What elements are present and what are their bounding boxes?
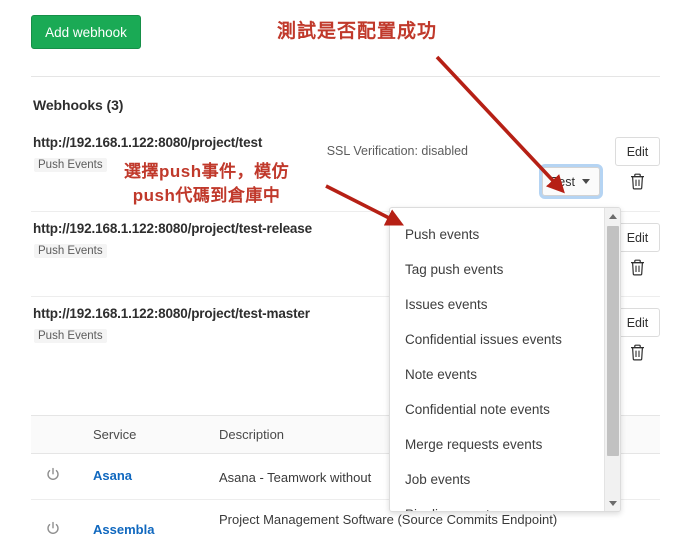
annotation-test-note: 測試是否配置成功 (277, 21, 438, 42)
test-webhook-dropdown-button[interactable]: Test (539, 164, 603, 199)
dropdown-item-note-events[interactable]: Note events (390, 357, 602, 392)
add-webhook-button[interactable]: Add webhook (31, 15, 141, 49)
edit-webhook-button[interactable]: Edit (615, 223, 660, 252)
test-label: Test (552, 174, 575, 189)
dropdown-item-push-events[interactable]: Push events (390, 217, 602, 252)
trash-icon (630, 173, 644, 190)
edit-label: Edit (626, 144, 649, 159)
service-description: Project Management Software (Source Comm… (219, 512, 558, 527)
chevron-down-icon (581, 179, 590, 184)
column-header-service: Service (93, 427, 137, 442)
chevron-up-icon (609, 213, 617, 219)
webhook-events-badge: Push Events (34, 244, 107, 258)
edit-label: Edit (626, 230, 649, 245)
scroll-down-button[interactable] (605, 495, 620, 511)
webhook-url: http://192.168.1.122:8080/project/test-m… (33, 306, 310, 321)
webhook-events-badge: Push Events (34, 158, 107, 172)
edit-webhook-button[interactable]: Edit (615, 308, 660, 337)
service-link[interactable]: Assembla (93, 522, 154, 537)
chevron-down-icon (609, 500, 617, 506)
section-divider (31, 76, 660, 77)
scrollbar-thumb[interactable] (607, 226, 619, 456)
trash-icon (630, 344, 644, 361)
annotation-push-note: 選擇push事件，模仿 push代碼到倉庫中 (124, 160, 289, 208)
column-header-description: Description (219, 427, 285, 442)
add-webhook-label: Add webhook (45, 24, 127, 40)
webhook-url: http://192.168.1.122:8080/project/test (33, 135, 263, 150)
delete-webhook-button[interactable] (623, 253, 651, 281)
delete-webhook-button[interactable] (623, 167, 651, 195)
dropdown-scrollbar[interactable] (604, 208, 620, 511)
delete-webhook-button[interactable] (623, 338, 651, 366)
power-icon[interactable] (45, 521, 61, 537)
test-events-dropdown-menu: Push events Tag push events Issues event… (389, 207, 621, 512)
dropdown-item-merge-requests-events[interactable]: Merge requests events (390, 427, 602, 462)
dropdown-item-list: Push events Tag push events Issues event… (390, 208, 602, 511)
dropdown-item-issues-events[interactable]: Issues events (390, 287, 602, 322)
edit-webhook-button[interactable]: Edit (615, 137, 660, 166)
dropdown-item-confidential-issues-events[interactable]: Confidential issues events (390, 322, 602, 357)
annotation-push-line2: push代碼到倉庫中 (132, 186, 281, 205)
edit-label: Edit (626, 315, 649, 330)
ssl-verification-status: SSL Verification: disabled (326, 144, 468, 158)
service-link[interactable]: Asana (93, 468, 132, 483)
dropdown-item-pipeline-events[interactable]: Pipeline events (390, 497, 602, 511)
trash-icon (630, 259, 644, 276)
webhook-events-badge: Push Events (34, 329, 107, 343)
power-icon[interactable] (45, 467, 61, 483)
dropdown-item-tag-push-events[interactable]: Tag push events (390, 252, 602, 287)
webhooks-heading: Webhooks (3) (33, 97, 124, 113)
scroll-up-button[interactable] (605, 208, 620, 224)
webhook-url: http://192.168.1.122:8080/project/test-r… (33, 221, 312, 236)
dropdown-item-confidential-note-events[interactable]: Confidential note events (390, 392, 602, 427)
dropdown-item-job-events[interactable]: Job events (390, 462, 602, 497)
annotation-push-line1: 選擇push事件，模仿 (124, 162, 290, 181)
